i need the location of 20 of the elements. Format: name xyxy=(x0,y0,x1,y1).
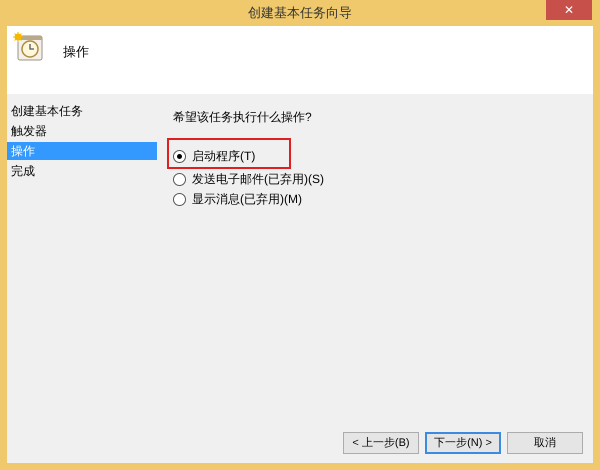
question-text: 希望该任务执行什么操作? xyxy=(173,109,313,126)
radio-option[interactable]: 启动程序(T) xyxy=(173,147,256,165)
option-label: 发送电子邮件(已弃用)(S) xyxy=(192,171,324,188)
dialog-button[interactable]: < 上一步(B) xyxy=(343,432,419,454)
option-label: 启动程序(T) xyxy=(192,148,256,165)
header-title: 操作 xyxy=(63,43,89,61)
radio-button[interactable] xyxy=(173,150,186,162)
window-title: 创建基本任务向导 xyxy=(248,4,352,22)
radio-option[interactable]: 发送电子邮件(已弃用)(S) xyxy=(173,170,324,188)
radio-button[interactable] xyxy=(173,192,186,206)
radio-option[interactable]: 显示消息(已弃用)(M) xyxy=(173,190,302,208)
dialog-button[interactable]: 下一步(N) > xyxy=(425,432,501,454)
sidebar-item[interactable]: 触发器 xyxy=(7,122,157,140)
close-button[interactable]: ✕ xyxy=(546,0,592,20)
option-label: 显示消息(已弃用)(M) xyxy=(192,191,302,208)
radio-button[interactable] xyxy=(173,172,186,186)
scheduled-task-icon xyxy=(13,32,45,62)
sidebar-item[interactable]: 完成 xyxy=(7,162,157,180)
dialog-button[interactable]: 取消 xyxy=(507,432,583,454)
sidebar-item[interactable]: 创建基本任务 xyxy=(7,102,157,120)
